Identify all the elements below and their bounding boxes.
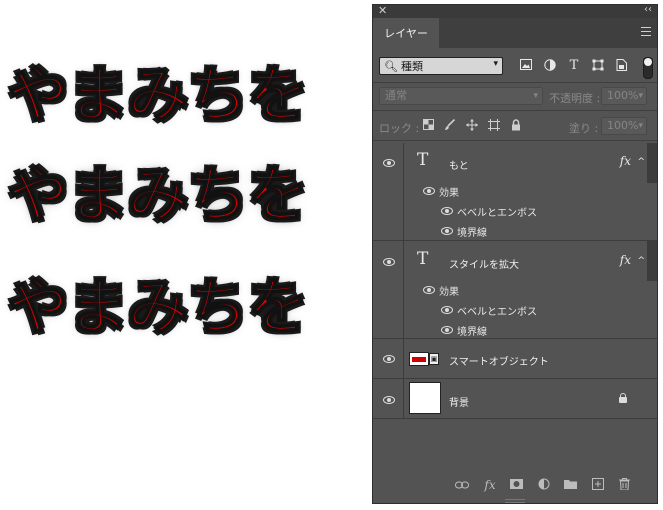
add-mask-icon[interactable]: [509, 478, 523, 492]
eye-visibility-icon[interactable]: [383, 396, 395, 404]
smart-object-icon[interactable]: [615, 59, 629, 73]
panel-menu-icon[interactable]: [641, 27, 651, 39]
effect-stroke[interactable]: 境界線: [457, 224, 487, 239]
fill-label: 塗り :: [569, 122, 599, 135]
blend-row: 通常 ▾ 不透明度 : 100% ▾: [373, 85, 657, 107]
divider: [373, 110, 657, 111]
lock-position-icon[interactable]: [465, 119, 479, 133]
filter-kind-select[interactable]: 🔍︎ 種類 ▾: [379, 57, 503, 75]
add-layer-style-icon[interactable]: fx: [483, 478, 497, 492]
opacity-value: 100%: [607, 89, 639, 102]
divider: [403, 143, 404, 241]
eye-visibility-icon[interactable]: [383, 258, 395, 266]
image-icon[interactable]: [519, 59, 533, 73]
eye-visibility-icon[interactable]: [441, 227, 453, 235]
chevron-down-icon: ▾: [493, 59, 498, 69]
link-layers-icon[interactable]: [455, 478, 469, 492]
lock-transparent-pixels-icon[interactable]: [421, 119, 435, 133]
chevron-down-icon: ▾: [638, 91, 643, 101]
chevron-down-icon: ▾: [533, 91, 538, 101]
fill-value: 100%: [607, 119, 639, 132]
document-canvas[interactable]: やまみちを やまみちを やまみちを: [0, 0, 370, 510]
layer-name[interactable]: スタイルを拡大: [449, 256, 519, 271]
layer-row-moto[interactable]: T もと fx ^ 効果 ベベルとエンボス 境界線: [373, 143, 657, 241]
eye-visibility-icon[interactable]: [423, 286, 435, 294]
opacity-label: 不透明度 :: [549, 92, 601, 105]
text-layer-icon: T: [417, 150, 429, 170]
collapse-icon[interactable]: ‹‹: [644, 4, 652, 15]
layer-name[interactable]: スマートオブジェクト: [449, 353, 549, 368]
layer-row-smart-object[interactable]: ▣ スマートオブジェクト: [373, 339, 657, 379]
chevron-down-icon: ▾: [638, 121, 643, 131]
lock-row: ロック : 塗り : 100% ▾: [373, 115, 657, 137]
filter-toggle-switch[interactable]: [643, 57, 653, 79]
blend-mode-select[interactable]: 通常 ▾: [379, 87, 543, 105]
effect-stroke[interactable]: 境界線: [457, 323, 487, 338]
layer-thumbnail: [409, 352, 429, 366]
panel-footer: fx: [373, 473, 657, 497]
layer-name[interactable]: もと: [449, 157, 469, 172]
eye-visibility-icon[interactable]: [423, 187, 435, 195]
panel-titlebar: ✕ ‹‹: [373, 4, 657, 18]
layer-filter-row: 🔍︎ 種類 ▾ T: [373, 55, 657, 79]
lock-image-pixels-icon[interactable]: [443, 118, 457, 133]
tab-layers[interactable]: レイヤー: [373, 18, 439, 48]
lock-label: ロック :: [379, 122, 420, 135]
type-icon[interactable]: T: [567, 59, 581, 73]
chevron-up-icon[interactable]: ^: [637, 256, 645, 266]
opacity-input[interactable]: 100% ▾: [601, 87, 647, 105]
blend-mode-value: 通常: [385, 89, 407, 102]
close-icon[interactable]: ✕: [378, 4, 387, 17]
chevron-up-icon[interactable]: ^: [637, 157, 645, 167]
new-group-icon[interactable]: [563, 478, 577, 492]
divider: [403, 379, 404, 419]
layer-thumbnail: [409, 382, 441, 414]
eye-visibility-icon[interactable]: [441, 326, 453, 334]
lock-artboard-icon[interactable]: [487, 119, 501, 133]
lock-icon[interactable]: [619, 393, 627, 403]
eye-visibility-icon[interactable]: [383, 355, 395, 363]
fx-icon[interactable]: fx: [620, 253, 631, 267]
art-text-original: やまみちを: [7, 61, 309, 131]
text-layer-icon: T: [417, 249, 429, 269]
layer-list: T もと fx ^ 効果 ベベルとエンボス 境界線 T スタイルを拡大 fx ^…: [373, 143, 657, 477]
layer-row-background[interactable]: 背景: [373, 379, 657, 419]
layer-row-scaled-style[interactable]: T スタイルを拡大 fx ^ 効果 ベベルとエンボス 境界線: [373, 241, 657, 339]
fx-icon[interactable]: fx: [620, 154, 631, 168]
filter-kind-value: 種類: [400, 60, 423, 73]
layer-name[interactable]: 背景: [449, 394, 469, 409]
divider: [373, 140, 657, 141]
delete-layer-icon[interactable]: [617, 478, 631, 492]
adjustment-icon[interactable]: [543, 59, 557, 73]
divider: [373, 82, 657, 83]
layers-panel: ✕ ‹‹ レイヤー 🔍︎ 種類 ▾ T 通常 ▾ 不透明度: 100% ▾ ロ…: [372, 4, 658, 504]
eye-visibility-icon[interactable]: [441, 207, 453, 215]
effect-bevel-emboss[interactable]: ベベルとエンボス: [457, 204, 537, 219]
panel-tab-row: レイヤー: [373, 18, 657, 48]
new-layer-icon[interactable]: [591, 478, 605, 492]
lock-all-icon[interactable]: [509, 119, 523, 133]
effects-label: 効果: [439, 188, 459, 199]
effect-bevel-emboss[interactable]: ベベルとエンボス: [457, 303, 537, 318]
eye-visibility-icon[interactable]: [441, 306, 453, 314]
search-icon: 🔍︎: [384, 59, 398, 73]
fill-input[interactable]: 100% ▾: [601, 117, 647, 135]
shape-icon[interactable]: [591, 59, 605, 73]
smart-object-badge-icon: ▣: [429, 353, 439, 365]
divider: [403, 241, 404, 339]
layer-scroll-track: [647, 143, 657, 183]
divider: [403, 339, 404, 379]
art-text-scaled-style: やまみちを: [7, 161, 309, 231]
effects-label: 効果: [439, 287, 459, 298]
resize-grip[interactable]: [505, 499, 525, 503]
adjustment-layer-icon[interactable]: [537, 478, 551, 492]
layer-scroll-track: [647, 241, 657, 281]
eye-visibility-icon[interactable]: [383, 159, 395, 167]
art-text-smart-object: やまみちを: [7, 273, 309, 343]
